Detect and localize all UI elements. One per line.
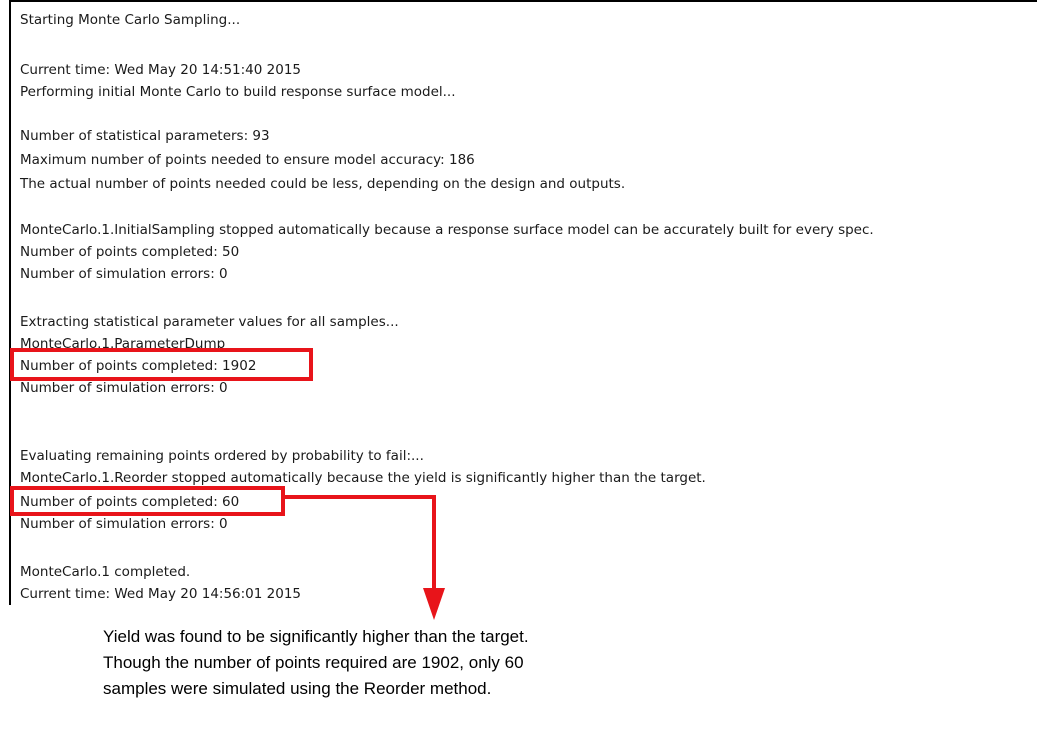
annotation-note-line-3: samples were simulated using the Reorder… [103,679,492,698]
annotation-note-line-2: Though the number of points required are… [103,653,524,672]
arrow-connector-line [285,495,436,594]
annotation-note-line-1: Yield was found to be significantly high… [103,627,529,646]
arrow-head [423,588,445,620]
